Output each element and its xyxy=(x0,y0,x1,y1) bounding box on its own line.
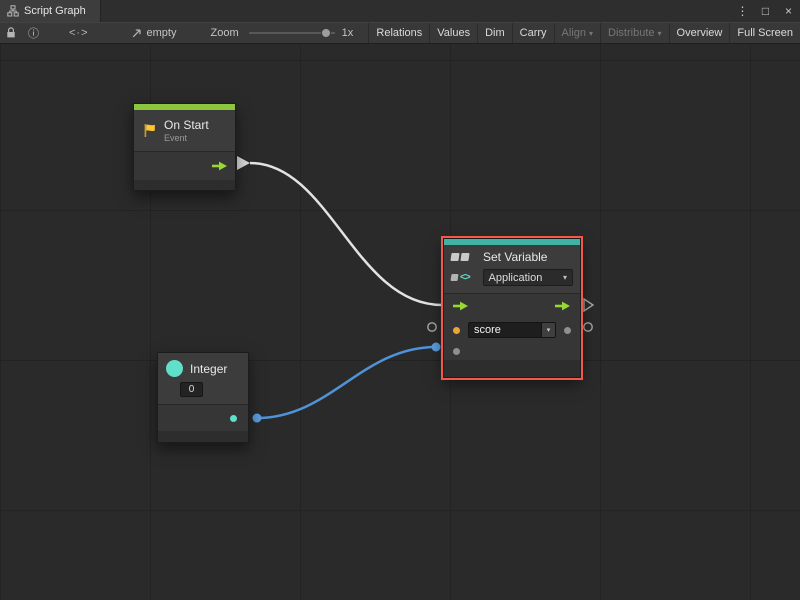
setvariable-name-input-port[interactable] xyxy=(428,323,436,331)
setvariable-value-input-wire-dot[interactable] xyxy=(432,343,441,352)
tab-title: Script Graph xyxy=(24,5,86,17)
toolbar-button-strip: Relations Values Dim Carry Align ▾ Distr… xyxy=(368,23,800,43)
variable-name-value: score xyxy=(469,324,541,336)
variable-name-port[interactable] xyxy=(453,327,460,334)
on-start-port-row xyxy=(134,152,235,180)
graph-toolbar: ⓘ <·> empty Zoom 1x Relations Values Dim xyxy=(0,22,800,44)
variable-name-dropdown-button[interactable]: ▾ xyxy=(541,323,555,337)
integer-value-input[interactable]: 0 xyxy=(180,382,203,397)
flag-icon xyxy=(142,123,157,138)
flow-output-arrow-icon[interactable] xyxy=(212,161,228,171)
code-preview-button[interactable]: <·> xyxy=(63,23,95,43)
on-start-subtitle: Event xyxy=(164,133,209,143)
flow-input-arrow-icon[interactable] xyxy=(453,301,469,311)
relations-button[interactable]: Relations xyxy=(368,23,429,43)
node-integer[interactable]: Integer 0 xyxy=(157,352,249,443)
caret-down-icon: ▾ xyxy=(658,29,662,38)
integer-output-port[interactable] xyxy=(230,415,237,422)
info-button[interactable]: ⓘ xyxy=(22,23,45,43)
variable-scope-dropdown[interactable]: Application ▾ xyxy=(483,269,573,286)
integer-port-row xyxy=(158,405,248,431)
setvariable-output-value-port[interactable] xyxy=(584,323,592,331)
value-wire-integer-to-setvariable[interactable] xyxy=(257,347,436,418)
set-variable-title: Set Variable xyxy=(483,250,547,264)
overview-button[interactable]: Overview xyxy=(669,23,730,43)
lock-icon xyxy=(6,27,16,39)
titlebar-drag-area[interactable] xyxy=(101,0,731,22)
window-menu-button[interactable]: ⋮ xyxy=(734,0,751,22)
variable-kind-icon: <> xyxy=(451,272,477,283)
carry-button[interactable]: Carry xyxy=(512,23,554,43)
onstart-flow-output-arrow[interactable] xyxy=(237,156,250,170)
setvariable-flow-output-port[interactable] xyxy=(584,299,593,311)
title-bar: Script Graph ⋮ □ × xyxy=(0,0,800,22)
caret-down-icon: ▾ xyxy=(547,326,551,334)
node-set-variable[interactable]: Set Variable <> Application ▾ xyxy=(443,238,581,378)
node-footer xyxy=(444,360,580,377)
window-close-button[interactable]: × xyxy=(780,0,797,22)
empty-label: empty xyxy=(147,27,177,39)
graph-source-indicator[interactable]: empty xyxy=(131,27,177,39)
empty-graph-icon xyxy=(131,27,143,39)
node-footer xyxy=(134,180,235,190)
value-input-port-dot[interactable] xyxy=(453,348,460,355)
flow-wire-onstart-to-setvariable[interactable] xyxy=(250,163,442,305)
caret-down-icon: ▾ xyxy=(589,29,593,38)
on-start-title: On Start xyxy=(164,118,209,132)
distribute-dropdown-button[interactable]: Distribute ▾ xyxy=(600,23,668,43)
window-maximize-button[interactable]: □ xyxy=(757,0,774,22)
set-variable-flow-row xyxy=(444,294,580,318)
graph-canvas[interactable]: On Start Event Set Var xyxy=(0,44,800,600)
integer-title: Integer xyxy=(190,362,227,376)
integer-output-wire-dot[interactable] xyxy=(253,414,262,423)
zoom-value: 1x xyxy=(342,27,354,39)
variables-stack-icon xyxy=(451,253,477,261)
script-graph-icon xyxy=(7,5,19,17)
caret-down-icon: ▾ xyxy=(563,273,567,282)
integer-header[interactable]: Integer 0 xyxy=(158,353,248,404)
set-variable-value-row xyxy=(444,342,580,360)
wire-layer xyxy=(0,44,800,600)
set-variable-name-row: score ▾ xyxy=(444,318,580,342)
values-button[interactable]: Values xyxy=(429,23,477,43)
integer-type-icon xyxy=(166,360,183,377)
zoom-label: Zoom xyxy=(210,27,238,39)
set-variable-header[interactable]: Set Variable <> Application ▾ xyxy=(444,245,580,293)
align-dropdown-button[interactable]: Align ▾ xyxy=(554,23,600,43)
angle-brackets-icon: <> xyxy=(460,272,470,283)
integer-value: 0 xyxy=(189,384,195,395)
dim-button[interactable]: Dim xyxy=(477,23,512,43)
fullscreen-button[interactable]: Full Screen xyxy=(729,23,800,43)
node-on-start[interactable]: On Start Event xyxy=(133,103,236,191)
variable-scope-value: Application xyxy=(489,272,543,284)
script-graph-window: Script Graph ⋮ □ × ⓘ <·> empty Zoom 1x xyxy=(0,0,800,600)
on-start-header[interactable]: On Start Event xyxy=(134,110,235,151)
node-footer xyxy=(158,431,248,442)
tab-script-graph[interactable]: Script Graph xyxy=(0,0,101,22)
lock-button[interactable] xyxy=(0,23,22,43)
zoom-slider[interactable] xyxy=(249,28,335,38)
variable-name-field[interactable]: score ▾ xyxy=(468,322,556,338)
output-value-port-dot[interactable] xyxy=(564,327,571,334)
flow-output-arrow-icon[interactable] xyxy=(555,301,571,311)
zoom-slider-handle[interactable] xyxy=(321,28,331,38)
